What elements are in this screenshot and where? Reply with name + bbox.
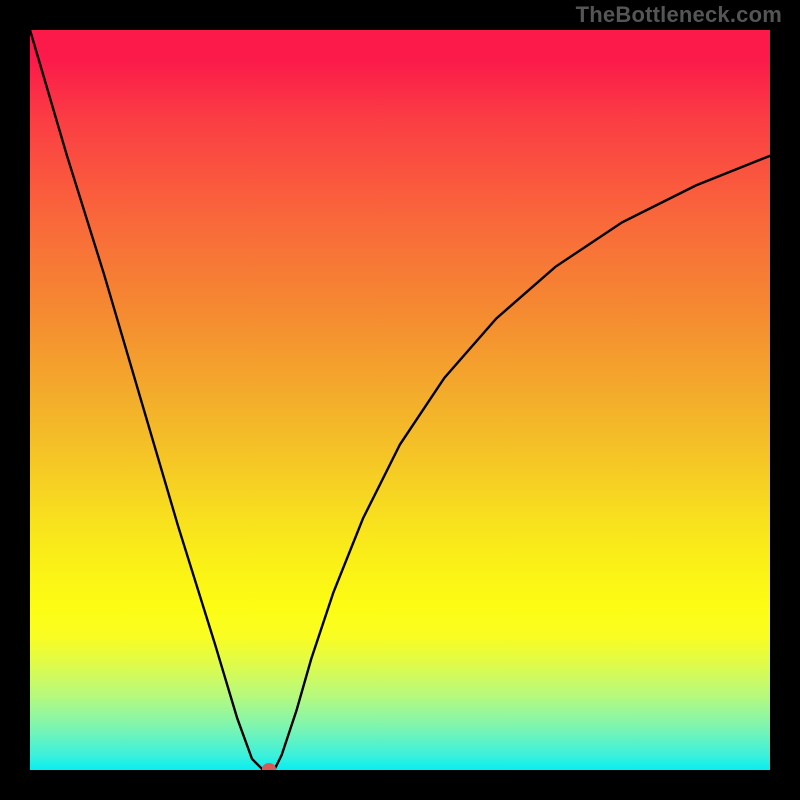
- curve-svg: [30, 30, 770, 770]
- curve-right-branch: [274, 156, 770, 770]
- watermark-text: TheBottleneck.com: [576, 2, 782, 28]
- curve-left-branch: [30, 30, 263, 770]
- minimum-marker-dot: [262, 763, 276, 770]
- plot-area: [30, 30, 770, 770]
- chart-frame: TheBottleneck.com: [0, 0, 800, 800]
